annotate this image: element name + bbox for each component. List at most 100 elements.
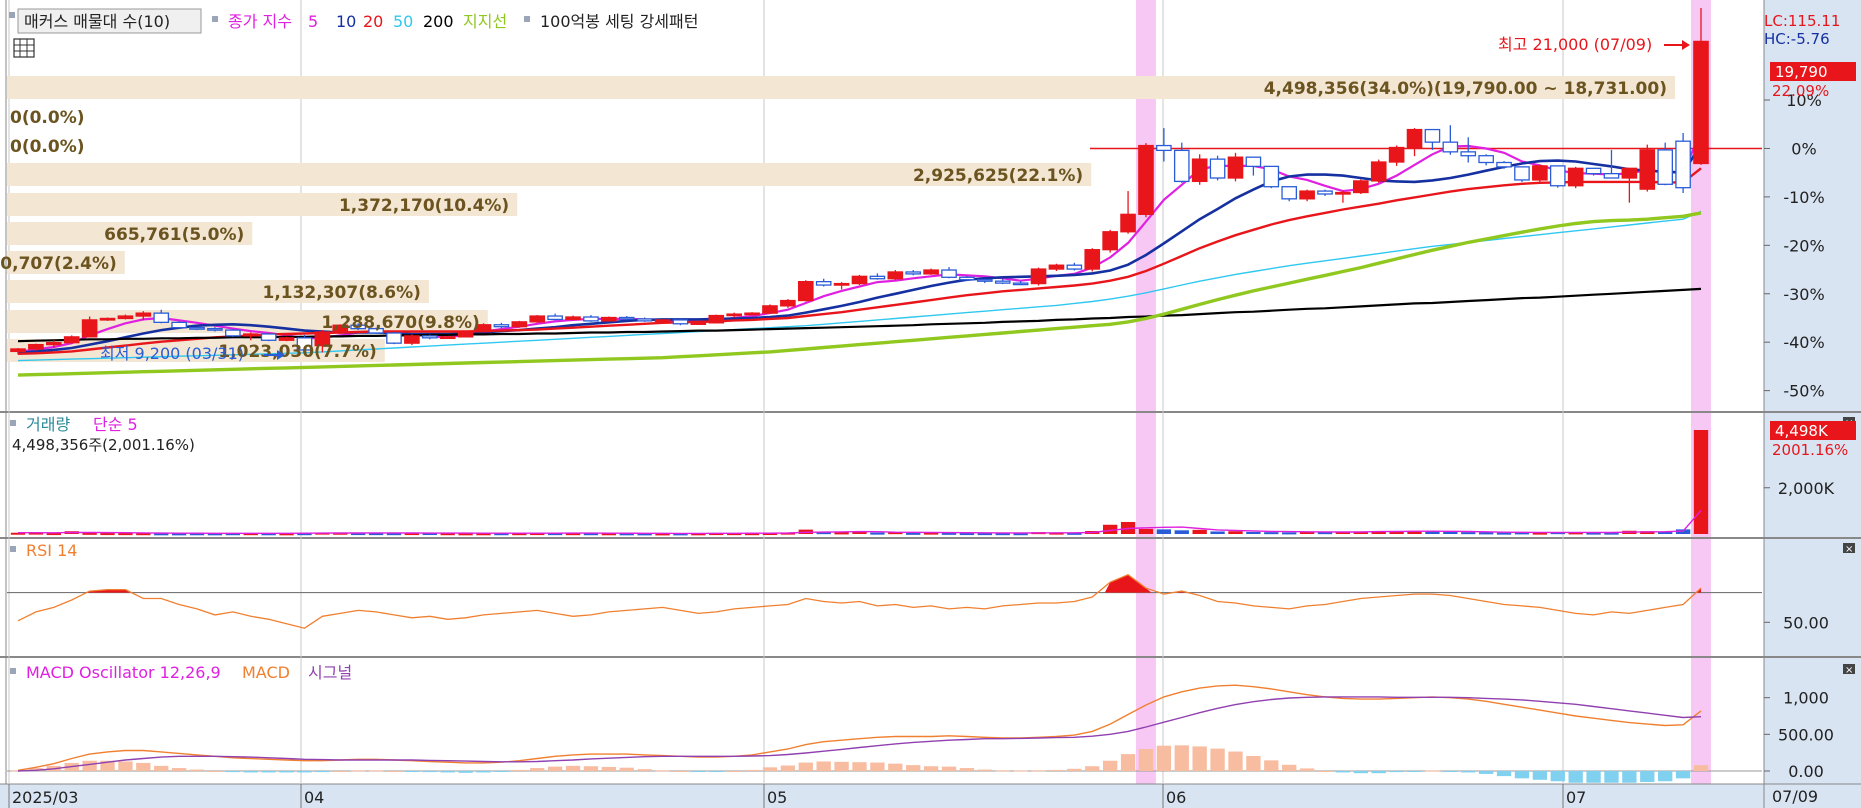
candle-body bbox=[404, 335, 420, 344]
macd-tick-label: 1,000 bbox=[1783, 689, 1829, 708]
candle bbox=[171, 321, 187, 329]
candle-body bbox=[493, 324, 510, 328]
volume-profile-label: 1,132,307(8.6%) bbox=[262, 283, 420, 303]
candle-body bbox=[1370, 161, 1387, 182]
candle-body bbox=[63, 336, 80, 344]
macd-oscillator-bar bbox=[1335, 771, 1351, 773]
price-tick-label: 0% bbox=[1791, 139, 1816, 158]
candle-body bbox=[421, 335, 438, 339]
candle bbox=[260, 333, 277, 342]
candle bbox=[404, 334, 420, 346]
candle-body bbox=[636, 318, 653, 322]
volume-profile-label: 310,707(2.4%) bbox=[0, 254, 117, 274]
macd-oscillator-bar bbox=[386, 771, 402, 772]
candle-body bbox=[583, 316, 599, 322]
macd-oscillator-bar bbox=[243, 771, 258, 773]
macd-oscillator-bar bbox=[458, 771, 473, 773]
close-icon[interactable]: × bbox=[1843, 543, 1855, 555]
volume-bar bbox=[906, 532, 921, 535]
macd-oscillator-bar bbox=[959, 768, 975, 771]
candle-body bbox=[1263, 165, 1280, 188]
table-icon[interactable] bbox=[13, 38, 35, 58]
candle-body bbox=[565, 316, 581, 321]
candle-body bbox=[1424, 128, 1441, 143]
candle bbox=[672, 318, 689, 326]
macd-oscillator-bar bbox=[655, 770, 670, 772]
candle-body bbox=[386, 332, 402, 344]
macd-oscillator-bar bbox=[1120, 754, 1136, 771]
ma5-legend: 5 bbox=[308, 12, 318, 31]
macd-oscillator-bar bbox=[494, 771, 509, 772]
candle bbox=[1532, 164, 1548, 183]
candle-body bbox=[726, 313, 742, 317]
macd-oscillator-bar bbox=[547, 766, 563, 771]
candle bbox=[1353, 179, 1369, 194]
volume-bar bbox=[1693, 430, 1709, 534]
macd-oscillator-bar bbox=[1389, 771, 1404, 773]
candle-body bbox=[1012, 282, 1029, 286]
macd-oscillator-bar bbox=[1317, 771, 1333, 772]
main-indicator-label: 매커스 매물대 수(10) bbox=[24, 12, 170, 31]
macd-oscillator-bar bbox=[1658, 771, 1673, 782]
volume-bar bbox=[870, 532, 885, 535]
candle-body bbox=[1173, 149, 1190, 183]
stock-chart: 4,498,356(34.0%)(19,790.00 ~ 18,731.00) 0… bbox=[0, 0, 1861, 808]
macd-oscillator-bar bbox=[1192, 746, 1207, 771]
candle-body bbox=[601, 316, 617, 322]
volume-tag-value: 4,498K bbox=[1775, 422, 1829, 440]
volume-bar bbox=[1174, 530, 1189, 534]
candle-body bbox=[99, 317, 116, 321]
macd-oscillator-bar bbox=[1228, 751, 1243, 771]
date-tick-label: 2025/03 bbox=[12, 788, 78, 807]
macd-oscillator-bar bbox=[834, 761, 849, 771]
candle-body bbox=[242, 333, 259, 337]
candle-body bbox=[529, 315, 546, 323]
volume-bar bbox=[1282, 532, 1297, 535]
candle-body bbox=[1299, 190, 1315, 200]
candle-body bbox=[708, 314, 725, 324]
rsi-legend-label: RSI 14 bbox=[26, 541, 77, 560]
macd-oscillator-bar bbox=[744, 769, 760, 771]
candle bbox=[762, 304, 778, 314]
candle bbox=[278, 336, 295, 342]
price-tick-label: -50% bbox=[1783, 382, 1824, 401]
macd-oscillator-bar bbox=[1156, 745, 1172, 771]
macd-oscillator-bar bbox=[601, 766, 617, 771]
macd-oscillator-bar bbox=[225, 771, 241, 773]
macd-oscillator-bar bbox=[1550, 771, 1565, 782]
close-icon[interactable]: × bbox=[1843, 664, 1855, 676]
macd-oscillator-bar bbox=[136, 762, 151, 771]
volume-tick-label: 2,000K bbox=[1778, 479, 1835, 498]
candle bbox=[81, 316, 98, 338]
candle bbox=[797, 280, 814, 302]
macd-oscillator-bar bbox=[709, 771, 724, 772]
candle-body bbox=[1567, 167, 1584, 187]
candle-body bbox=[1156, 144, 1172, 152]
candle-body bbox=[1353, 180, 1369, 194]
candle-body bbox=[1406, 128, 1423, 149]
candle-body bbox=[923, 269, 939, 275]
ma200-legend: 200 bbox=[423, 12, 454, 31]
candle bbox=[1227, 152, 1244, 182]
candle bbox=[1084, 248, 1101, 272]
volume-profile-label: 0(0.0%) bbox=[10, 137, 85, 157]
candle bbox=[654, 319, 671, 323]
macd-oscillator-bar bbox=[315, 771, 330, 773]
macd-oscillator-bar bbox=[512, 769, 527, 771]
volume-bar bbox=[1192, 529, 1207, 534]
hc-value: HC:-5.76 bbox=[1764, 30, 1830, 48]
macd-oscillator-bar bbox=[995, 770, 1010, 772]
macd-oscillator-bar bbox=[619, 767, 634, 771]
macd-oscillator-bar bbox=[1622, 771, 1637, 783]
volume-bar bbox=[1478, 532, 1494, 535]
macd-oscillator-bar bbox=[1443, 771, 1458, 772]
macd-oscillator-bar bbox=[1031, 770, 1046, 772]
macd-legend-label: MACD Oscillator 12,26,9 bbox=[26, 663, 221, 682]
candle bbox=[923, 268, 939, 275]
volume-bar bbox=[1228, 531, 1243, 534]
volume-bar bbox=[1246, 531, 1261, 534]
candle-body bbox=[1478, 155, 1494, 164]
macd-oscillator-bar bbox=[888, 763, 903, 771]
candle-body bbox=[869, 275, 886, 280]
candle-body bbox=[1120, 213, 1136, 233]
